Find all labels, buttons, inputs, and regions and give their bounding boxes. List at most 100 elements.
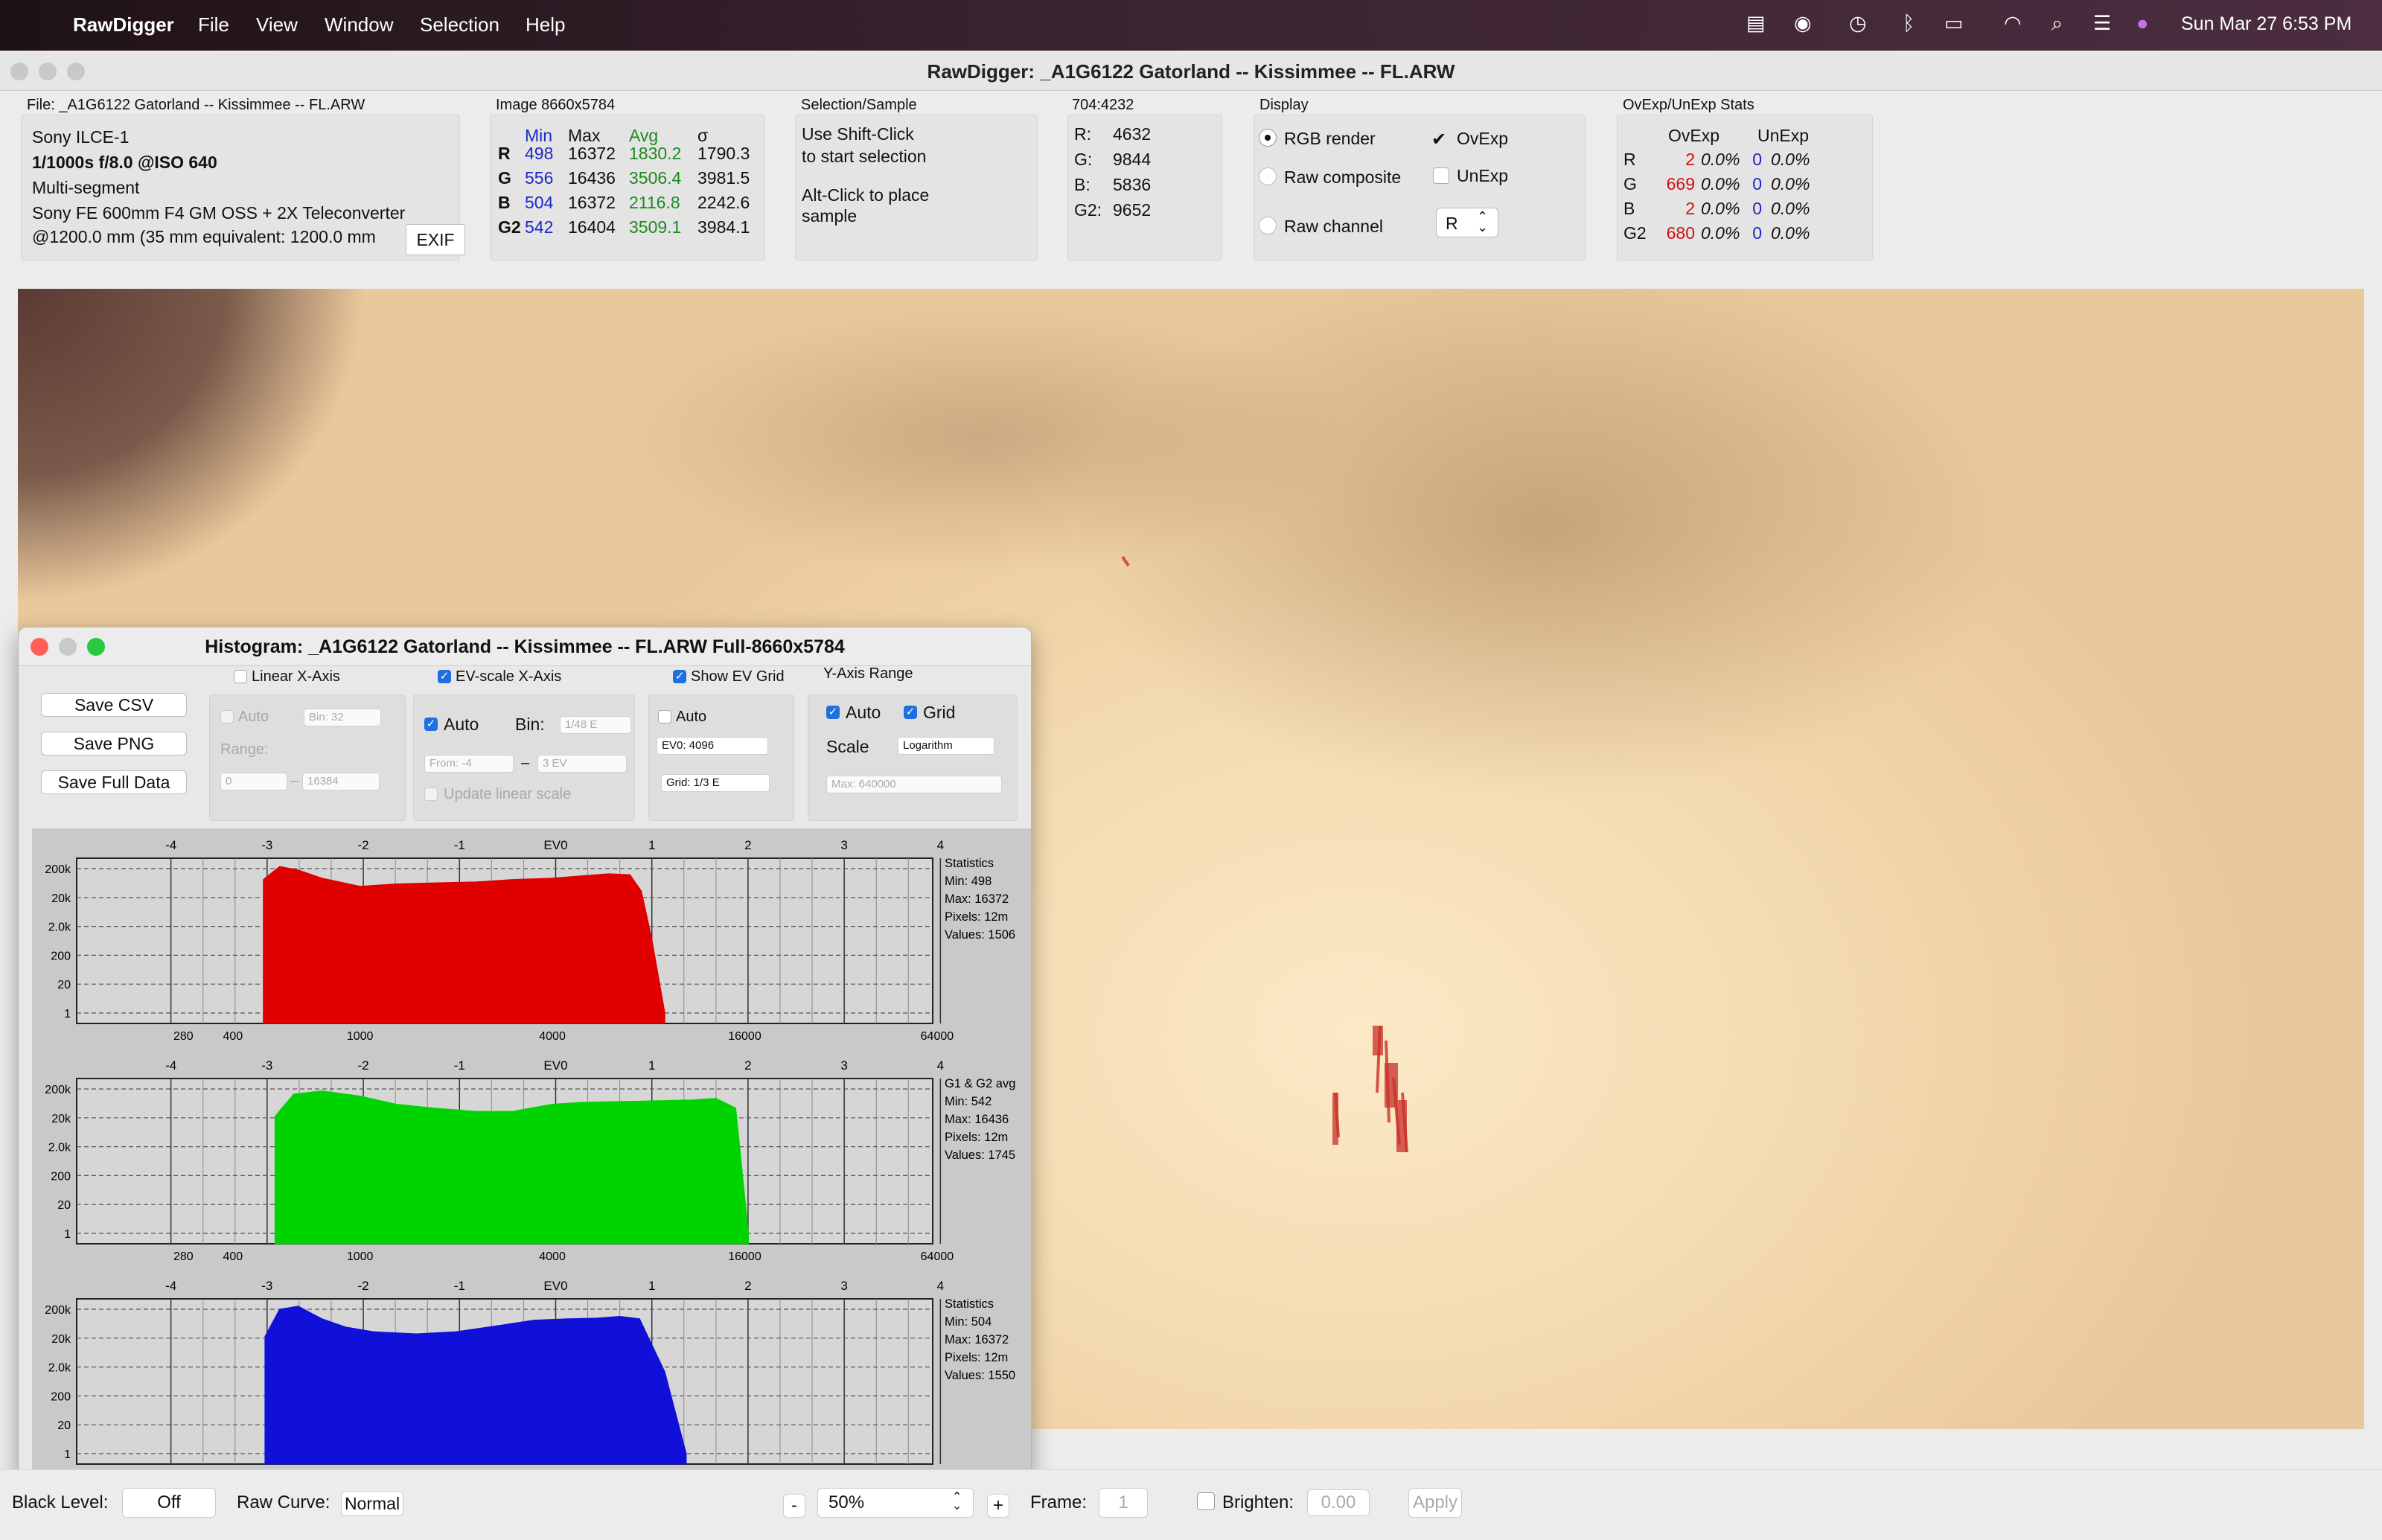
drive-mode: Multi-segment (32, 178, 140, 197)
ovexp-stat-unp: 0.0% (1771, 150, 1810, 169)
image-stat-sd: 2242.6 (697, 193, 750, 212)
show-ev-grid-checkbox[interactable]: ✓ (673, 670, 686, 683)
ovexp-stats-title: OvExp/UnExp Stats (1623, 97, 1754, 113)
ovexp-stat-ch: G2 (1623, 223, 1647, 243)
save-full-data-button[interactable]: Save Full Data (41, 770, 187, 794)
image-stats-title: Image 8660x5784 (496, 97, 616, 113)
screen-record-icon[interactable]: ◉ (1794, 12, 1812, 35)
chevron-updown-icon: ⌃ ⌄ (1477, 209, 1489, 234)
linear-x-axis-checkbox[interactable] (234, 670, 247, 683)
raw-composite-radio[interactable] (1259, 167, 1277, 185)
ev-to-field[interactable]: 3 EV (537, 755, 627, 773)
x-tick-label: 400 (223, 1250, 243, 1263)
ev-tick-label: 2 (744, 838, 751, 852)
ev-tick-label: 1 (648, 1058, 655, 1073)
y-tick-label: 200 (51, 1170, 71, 1183)
raw-channel-radio[interactable] (1259, 217, 1277, 234)
image-stat-min: 542 (525, 217, 554, 237)
image-stat-max: 16372 (568, 144, 616, 163)
y-tick-label: 20k (51, 892, 71, 905)
ev-tick-label: 1 (648, 1279, 655, 1293)
lens-info: Sony FE 600mm F4 GM OSS + 2X Teleconvert… (32, 203, 406, 223)
channel-select[interactable]: R ⌃ ⌄ (1436, 208, 1498, 237)
time-machine-icon[interactable]: ◷ (1849, 12, 1867, 35)
histogram-stats-line: Min: 504 (945, 1315, 992, 1329)
brighten-field[interactable]: 0.00 (1307, 1489, 1370, 1516)
histogram-stats-line: Max: 16436 (945, 1113, 1009, 1126)
clock[interactable]: Sun Mar 27 6:53 PM (2181, 13, 2351, 35)
image-stat-ch: G2 (498, 217, 521, 237)
y-auto-checkbox[interactable]: ✓ (826, 706, 840, 719)
histogram-panel-2: -4-3-2-1EV01234200k20k2.0k20020128040010… (32, 1269, 1031, 1485)
frame-stepper[interactable]: 1 (1099, 1488, 1148, 1518)
y-tick-label: 20 (57, 979, 71, 991)
ev-tick-label: -4 (165, 838, 176, 852)
ev-from-field[interactable]: From: -4 (424, 755, 514, 773)
ovexp-stats-panel: OvExp UnExp R 2 0.0% 0 0.0% G 669 0.0% 0 0.0% B 2 0.… (1617, 115, 1873, 261)
save-csv-button[interactable]: Save CSV (41, 693, 187, 717)
y-tick-label: 200k (45, 863, 71, 876)
ovexp-stat-ov: 2 (1685, 150, 1695, 169)
apply-button[interactable]: Apply (1408, 1488, 1462, 1518)
menu-file[interactable]: File (198, 13, 229, 36)
file-label: File: _A1G6122 Gatorland -- Kissimmee --… (27, 97, 365, 113)
unexp-checkbox[interactable] (1433, 167, 1449, 184)
raw-curve-field[interactable]: Normal (341, 1491, 403, 1516)
ovexp-stat-unp: 0.0% (1771, 223, 1810, 243)
battery-icon[interactable]: ▭ (1944, 12, 1964, 35)
menu-help[interactable]: Help (526, 13, 565, 36)
grid-step-select[interactable]: Grid: 1/3 E (661, 774, 770, 792)
black-level-button[interactable]: Off (122, 1488, 216, 1518)
ev-tick-label: 4 (937, 838, 944, 852)
show-ev-grid-label: Show EV Grid (691, 668, 785, 685)
linear-bin-field[interactable]: Bin: 32 (304, 709, 381, 726)
ev0-field[interactable]: EV0: 4096 (657, 737, 768, 755)
control-center-icon[interactable]: ☰ (2093, 12, 2111, 35)
y-max-field[interactable]: Max: 640000 (826, 776, 1002, 793)
ev-auto-checkbox[interactable]: ✓ (424, 718, 438, 731)
ev-scale-checkbox[interactable]: ✓ (438, 670, 451, 683)
siri-icon[interactable]: ● (2136, 12, 2148, 35)
menu-view[interactable]: View (256, 13, 298, 36)
histogram-stats-line: Values: 1745 (945, 1148, 1015, 1162)
zoom-out-button[interactable]: - (783, 1494, 805, 1518)
ev-bin-select[interactable]: 1/48 E (560, 716, 631, 734)
channel-select-value: R (1446, 214, 1458, 233)
image-stat-ch: B (498, 193, 511, 212)
x-tick-label: 16000 (728, 1030, 761, 1043)
menu-selection[interactable]: Selection (420, 13, 499, 36)
zoom-select[interactable]: 50% ⌃ ⌄ (817, 1488, 974, 1518)
ev-scale-label: EV-scale X-Axis (456, 668, 562, 685)
menu-window[interactable]: Window (325, 13, 393, 36)
rgb-render-radio[interactable] (1259, 129, 1277, 147)
y-tick-label: 20k (51, 1333, 71, 1346)
save-png-button[interactable]: Save PNG (41, 732, 187, 755)
ev-tick-label: 1 (648, 838, 655, 852)
ev-grid-auto-checkbox[interactable] (658, 710, 671, 723)
camera-model: Sony ILCE-1 (32, 127, 130, 147)
menu-app-name[interactable]: RawDigger (73, 13, 174, 36)
range-to-field[interactable]: 16384 (302, 773, 380, 790)
film-icon[interactable]: ▤ (1746, 12, 1766, 35)
histogram-title: Histogram: _A1G6122 Gatorland -- Kissimm… (205, 636, 845, 657)
range-label: Range: (220, 741, 269, 758)
y-grid-checkbox[interactable]: ✓ (904, 706, 917, 719)
ev-tick-label: -2 (357, 1279, 368, 1293)
range-from-field[interactable]: 0 (220, 773, 287, 790)
y-scale-select[interactable]: Logarithm (898, 737, 994, 755)
title-bar: RawDigger: _A1G6122 Gatorland -- Kissimm… (0, 52, 2382, 91)
x-tick-label: 64000 (921, 1030, 954, 1043)
raw-curve-label: Raw Curve: (237, 1492, 331, 1512)
update-linear-checkbox[interactable] (424, 787, 438, 801)
exif-button[interactable]: EXIF (406, 224, 465, 255)
wifi-icon[interactable]: ◠ (2004, 12, 2022, 35)
zoom-in-button[interactable]: + (987, 1494, 1009, 1518)
y-tick-label: 200k (45, 1304, 71, 1317)
image-stat-avg: 1830.2 (629, 144, 682, 163)
linear-auto-checkbox[interactable] (220, 710, 234, 723)
bluetooth-icon[interactable]: ᛒ (1903, 12, 1915, 35)
brighten-checkbox[interactable] (1197, 1492, 1215, 1510)
image-stat-max: 16404 (568, 217, 616, 237)
ovexp-checkbox[interactable]: ✔ (1431, 129, 1446, 150)
search-icon[interactable]: ⌕ (2051, 12, 2063, 36)
